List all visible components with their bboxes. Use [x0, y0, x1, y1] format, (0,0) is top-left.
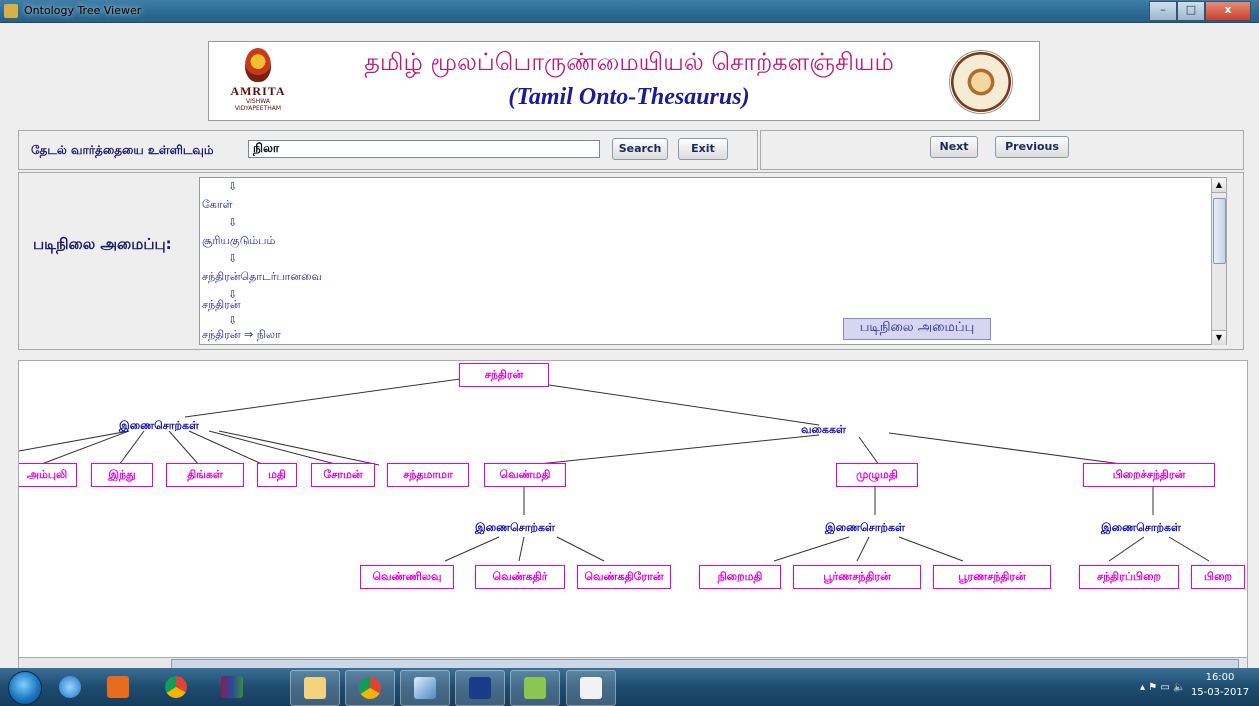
hierarchy-line: சந்திரன் ⇒ நிலா	[202, 328, 281, 341]
java-icon	[580, 677, 602, 699]
hierarchy-line: சந்திரன்தொடர்பானவை	[202, 270, 323, 283]
banner: AMRITA VISHWA VIDYAPEETHAM தமிழ் மூலப்பொ…	[208, 41, 1040, 121]
tree-group-synonyms: இணைசொற்கள்	[475, 521, 555, 534]
tree-node-synonym[interactable]: சந்திரப்பிறை	[1079, 565, 1179, 589]
ie-icon	[59, 676, 81, 698]
tree-node-synonym[interactable]: நிறைமதி	[699, 565, 781, 589]
tree-node-type[interactable]: வெண்மதி	[484, 463, 566, 487]
notepad-plus-icon	[524, 677, 546, 699]
exit-button[interactable]: Exit	[678, 138, 728, 160]
tree-group-synonyms: இணைசொற்கள்	[825, 521, 905, 534]
hierarchy-text-area[interactable]: ⇩ கோள் ⇩ சூரியகுடும்பம் ⇩ சந்திரன்தொடர்ப…	[199, 177, 1213, 345]
taskbar-app[interactable]	[566, 670, 616, 706]
hierarchy-scrollbar[interactable]: ▲ ▼	[1211, 177, 1227, 345]
tree-node-synonym[interactable]: பூர்ணசந்திரன்	[793, 565, 921, 589]
hierarchy-line: கோள்	[202, 198, 233, 211]
tree-node-synonym[interactable]: பிறை	[1191, 565, 1245, 589]
taskbar-app[interactable]	[94, 670, 142, 704]
banner-english-title: (Tamil Onto-Thesaurus)	[508, 84, 750, 110]
navigation-panel: Next Previous	[760, 130, 1244, 170]
logo-subtext: VISHWA VIDYAPEETHAM	[234, 98, 282, 112]
taskbar-app[interactable]	[46, 670, 94, 704]
tree-group-types: வகைகள்	[801, 423, 846, 436]
previous-button[interactable]: Previous	[995, 136, 1069, 158]
tree-node-synonym[interactable]: அம்புலி	[19, 463, 77, 487]
clock-date[interactable]: 15-03-2017	[1190, 687, 1250, 698]
hierarchy-arrow: ⇩	[228, 314, 238, 327]
tree-node-synonym[interactable]: இந்து	[91, 463, 153, 487]
window-controls: – □ x	[1149, 1, 1251, 21]
media-player-icon	[107, 676, 129, 698]
virtualbox-icon	[414, 677, 436, 699]
scroll-up-icon[interactable]: ▲	[1212, 178, 1226, 193]
tree-edges	[19, 374, 1210, 562]
system-tray-icons[interactable]: ▴ ⚑ ▭ 🔈	[1140, 682, 1185, 693]
next-button[interactable]: Next	[930, 136, 978, 158]
start-button[interactable]	[8, 671, 42, 705]
java-app-icon	[4, 4, 18, 18]
hierarchy-arrow: ⇩	[228, 252, 238, 265]
hierarchy-arrow: ⇩	[228, 180, 238, 193]
tree-node-synonym[interactable]: பூரணசந்திரன்	[933, 565, 1051, 589]
tree-node-synonym[interactable]: மதி	[257, 463, 297, 487]
tree-root-node[interactable]: சந்திரன்	[459, 363, 549, 387]
minimize-button[interactable]: –	[1149, 1, 1177, 21]
window-title: Ontology Tree Viewer	[24, 4, 142, 17]
tree-group-synonyms: இணைசொற்கள்	[1101, 521, 1181, 534]
amrita-emblem-icon	[245, 48, 271, 82]
file-explorer-icon	[304, 677, 326, 699]
maximize-button[interactable]: □	[1177, 1, 1205, 21]
amrita-logo: AMRITA VISHWA VIDYAPEETHAM	[223, 48, 293, 112]
tree-node-type[interactable]: பிறைச்சந்திரன்	[1083, 463, 1215, 487]
tree-panel: சந்திரன் இணைசொற்கள் வகைகள் அம்புலி இந்து…	[18, 360, 1248, 662]
taskbar-app[interactable]	[208, 670, 256, 704]
taskbar-app[interactable]	[400, 670, 450, 706]
hierarchy-arrow: ⇩	[228, 216, 238, 229]
scroll-down-icon[interactable]: ▼	[1212, 330, 1226, 345]
chrome-icon	[165, 676, 187, 698]
chrome-app-icon	[359, 677, 381, 699]
tree-node-synonym[interactable]: வெண்கதிர்	[475, 565, 565, 589]
tree-node-synonym[interactable]: வெண்கதிரோன்	[577, 565, 671, 589]
taskbar-app[interactable]	[152, 670, 200, 704]
window-titlebar: Ontology Tree Viewer – □ x	[0, 0, 1259, 23]
tree-node-synonym[interactable]: திங்கள்	[166, 463, 244, 487]
taskbar-app[interactable]	[510, 670, 560, 706]
search-label: தேடல் வார்த்தையை உள்ளிடவும்	[31, 143, 214, 157]
hierarchy-badge: படிநிலை அமைப்பு	[843, 318, 991, 340]
search-input[interactable]	[248, 140, 600, 158]
taskbar: ▴ ⚑ ▭ 🔈 16:00 15-03-2017	[0, 668, 1259, 706]
winrar-icon	[221, 676, 243, 698]
hierarchy-line: சூரியகுடும்பம்	[202, 234, 276, 247]
hierarchy-panel: படிநிலை அமைப்பு: ⇩ கோள் ⇩ சூரியகுடும்பம்…	[18, 172, 1244, 350]
logo-name: AMRITA	[230, 84, 286, 98]
tree-node-type[interactable]: முழுமதி	[836, 463, 918, 487]
butterfly-app-icon	[469, 677, 491, 699]
search-panel: தேடல் வார்த்தையை உள்ளிடவும் Search Exit	[18, 130, 758, 170]
taskbar-app[interactable]	[290, 670, 340, 706]
tamil-virtual-academy-logo	[949, 50, 1013, 114]
taskbar-app[interactable]	[455, 670, 505, 706]
tree-node-synonym[interactable]: சந்தமாமா	[387, 463, 469, 487]
hierarchy-line: சந்திரன்	[202, 298, 241, 311]
search-button[interactable]: Search	[612, 138, 668, 160]
tree-node-synonym[interactable]: வெண்ணிலவு	[360, 565, 454, 589]
close-button[interactable]: x	[1205, 1, 1251, 21]
clock-time[interactable]: 16:00	[1190, 672, 1250, 683]
banner-tamil-title: தமிழ் மூலப்பொருண்மையியல் சொற்களஞ்சியம்	[364, 48, 894, 76]
scroll-thumb[interactable]	[1213, 198, 1226, 264]
hierarchy-label: படிநிலை அமைப்பு:	[33, 235, 172, 253]
tree-node-synonym[interactable]: சோமன்	[311, 463, 375, 487]
taskbar-app[interactable]	[345, 670, 395, 706]
tree-group-synonyms: இணைசொற்கள்	[119, 419, 199, 432]
